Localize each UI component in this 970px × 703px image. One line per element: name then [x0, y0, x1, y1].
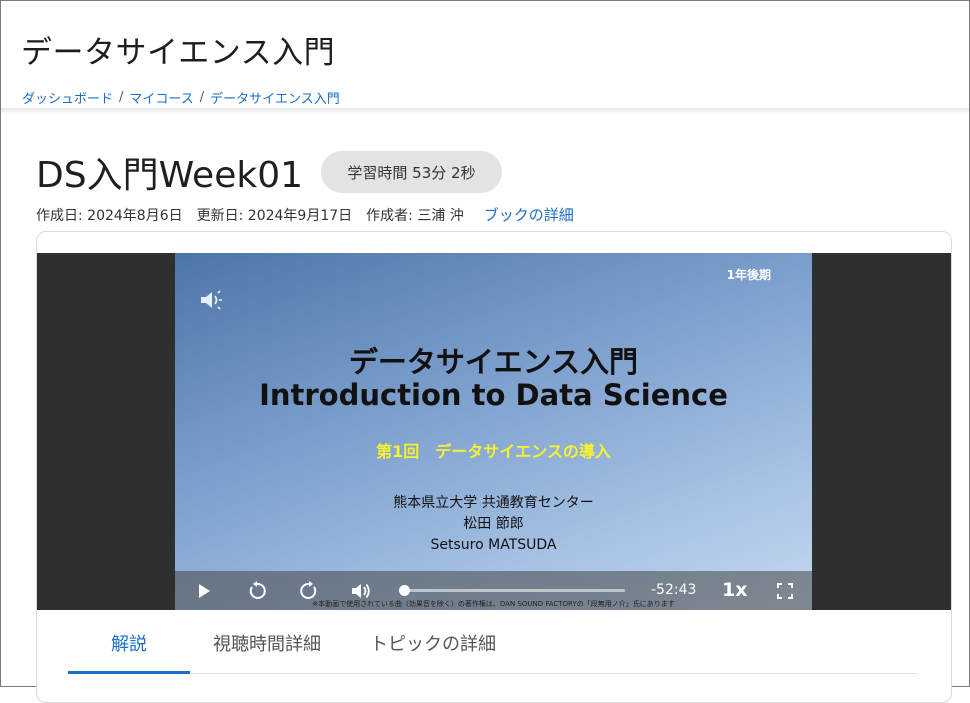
forward-icon	[300, 580, 317, 599]
slide-instructor-en: Setsuro MATSUDA	[430, 537, 557, 553]
breadcrumb-dashboard-link[interactable]: ダッシュボード	[22, 88, 113, 107]
tab-divider	[68, 673, 918, 674]
slide-title-en: Introduction to Data Science	[259, 378, 728, 412]
video-frame: 1年後期 データサイエンス入門 Introduction to Data Sci…	[175, 253, 812, 610]
breadcrumb-course-link[interactable]: データサイエンス入門	[210, 88, 340, 107]
slide-title-jp: データサイエンス入門	[348, 345, 639, 379]
play-icon	[199, 583, 210, 598]
remaining-time: -52:43	[651, 582, 697, 598]
tab-topic-details[interactable]: トピックの詳細	[370, 630, 496, 656]
book-title: DS入門Week01	[36, 155, 304, 196]
updated-date: 更新日: 2024年9月17日	[196, 207, 353, 224]
video-player[interactable]: 1年後期 データサイエンス入門 Introduction to Data Sci…	[37, 253, 951, 610]
book-details-link[interactable]: ブックの詳細	[484, 204, 574, 225]
fullscreen-icon	[777, 582, 793, 599]
speaker-icon	[199, 289, 225, 315]
slide-institution: 熊本県立大学 共通教育センター	[393, 495, 594, 511]
header-divider	[1, 108, 969, 114]
content-card: 1年後期 データサイエンス入門 Introduction to Data Sci…	[36, 231, 952, 703]
breadcrumb-separator: /	[119, 90, 124, 105]
created-date: 作成日: 2024年8月6日	[36, 207, 183, 224]
progress-handle[interactable]	[399, 585, 410, 596]
tab-viewing-time[interactable]: 視聴時間詳細	[213, 630, 321, 656]
breadcrumb: ダッシュボード / マイコース / データサイエンス入門	[22, 88, 340, 107]
slide-instructor-jp: 松田 節郎	[463, 516, 524, 532]
rewind-icon	[249, 580, 266, 599]
slide-lecture-title: 第1回 データサイエンスの導入	[376, 442, 611, 461]
playback-speed-button[interactable]: 1x	[722, 579, 747, 601]
study-time-badge: 学習時間 53分 2秒	[321, 151, 502, 193]
book-meta: 作成日: 2024年8月6日 更新日: 2024年9月17日 作成者: 三浦 沖…	[36, 204, 574, 225]
copyright-notice: ※本動画で使用されている曲（効果音を除く）の著作権は、DAN SOUND FAC…	[312, 600, 675, 608]
volume-icon	[352, 583, 370, 598]
progress-bar[interactable]	[407, 589, 625, 592]
breadcrumb-mycourse-link[interactable]: マイコース	[129, 88, 193, 107]
tab-explanation[interactable]: 解説	[111, 630, 147, 656]
author: 作成者: 三浦 沖	[366, 207, 464, 224]
breadcrumb-separator: /	[199, 90, 205, 105]
slide-instructor-block: 熊本県立大学 共通教育センター 松田 節郎 Setsuro MATSUDA	[175, 493, 812, 556]
course-title: データサイエンス入門	[21, 35, 336, 71]
page-header: データサイエンス入門 ダッシュボード / マイコース / データサイエンス入門	[1, 1, 969, 109]
slide-term: 1年後期	[726, 268, 771, 282]
active-tab-indicator	[68, 671, 190, 674]
tab-bar: 解説 視聴時間詳細 トピックの詳細	[68, 610, 918, 678]
